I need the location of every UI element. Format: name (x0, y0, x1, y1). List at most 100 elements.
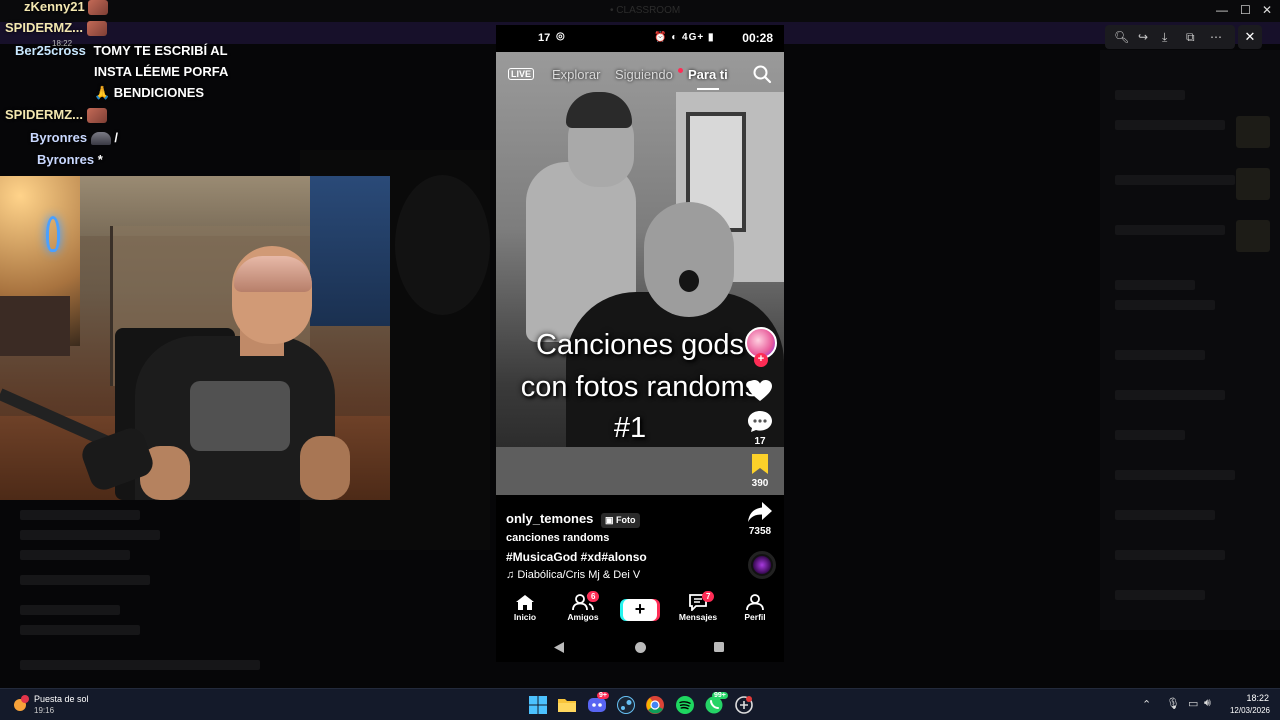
chat-text: INSTA LÉEME PORFA (94, 64, 229, 79)
nav-friends[interactable]: Amigos 6 (558, 591, 608, 622)
chat-message: SPIDERMZ... (5, 107, 107, 124)
taskbar: Puesta de sol 19:16 9+ 99+ ⌃ 🎙︎ ▭ 🔊︎ 18:… (0, 688, 1280, 720)
browser-toolbar: 🔍︎ ↪ ⤓ ⧉ ⋯ (1105, 25, 1235, 49)
windows-start-icon[interactable] (528, 695, 548, 715)
chat-text: * (97, 152, 103, 167)
chat-message: zKenny21 (24, 0, 109, 16)
status-bar: 17 ◎ ⏰ ◐ 4G+ ▮ 00:28 (496, 25, 784, 52)
create-button[interactable]: + (623, 599, 657, 621)
music-disc[interactable] (748, 551, 776, 579)
chat-username: Byronres (30, 130, 88, 145)
stream-chat: zKenny21 SPIDERMZ... 18:22 Ber25cross TO… (0, 0, 250, 172)
bookmark-icon (752, 454, 768, 474)
nav-profile[interactable]: Perfil (730, 594, 780, 622)
comment-icon (748, 411, 772, 432)
emote-icon (88, 0, 109, 16)
comment-button[interactable]: 17 (742, 409, 778, 447)
back-icon[interactable] (553, 641, 565, 654)
android-navigation-bar (496, 635, 784, 662)
status-time: 00:28 (742, 31, 773, 45)
clock-time[interactable]: 18:22 (1237, 693, 1269, 703)
spotify-icon[interactable] (675, 695, 695, 715)
caption-line-3: #1 (613, 412, 647, 444)
zoom-icon[interactable]: 🔍︎ (1114, 30, 1129, 44)
author-name[interactable]: only_temones (506, 511, 593, 526)
recents-icon[interactable] (713, 641, 725, 653)
chat-username: Byronres (37, 152, 95, 167)
chevron-up-icon[interactable]: ⌃ (1142, 698, 1151, 711)
phone-screen: 17 ◎ ⏰ ◐ 4G+ ▮ 00:28 LIVE Explorar Sigui… (496, 25, 784, 662)
nav-profile-label: Perfil (744, 612, 766, 622)
messages-badge: 7 (702, 591, 715, 602)
chat-text: 🙏 BENDICIONES (94, 85, 205, 100)
tab-explore[interactable]: Explorar (552, 67, 600, 82)
window-close-button[interactable]: ✕ (1262, 3, 1272, 17)
background-avatar (395, 175, 490, 315)
caption-line-2: con fotos randoms (520, 371, 760, 403)
chat-username: SPIDERMZ... (5, 107, 84, 122)
more-icon[interactable]: ⋯ (1210, 30, 1222, 44)
chat-username: SPIDERMZ... (5, 20, 84, 35)
bottom-nav: Inicio Amigos 6 + Mensajes 7 Perfil (496, 591, 784, 632)
clock-date[interactable]: 12/03/2026 (1222, 706, 1270, 715)
chat-message-continued: INSTA LÉEME PORFA (94, 64, 228, 79)
following-notification-dot (678, 68, 683, 73)
video-hashtags[interactable]: #MusicaGod #xd#alonso (506, 550, 647, 564)
minimize-button[interactable]: — (1216, 3, 1228, 17)
nav-messages[interactable]: Mensajes 7 (673, 591, 723, 622)
weather-time: 19:16 (34, 706, 55, 715)
close-icon[interactable]: ✕ (1238, 25, 1262, 49)
neon-sign (46, 216, 60, 252)
nav-home[interactable]: Inicio (500, 594, 550, 622)
share-icon[interactable]: ↪ (1138, 30, 1148, 44)
steam-icon[interactable] (616, 695, 636, 715)
tab-following[interactable]: Siguiendo (615, 67, 673, 82)
download-icon[interactable]: ⤓ (1162, 30, 1167, 45)
tab-for-you[interactable]: Para ti (688, 67, 728, 82)
chat-username: zKenny21 (24, 0, 85, 14)
chat-text: TOMY TE ESCRIBÍ AL (93, 43, 228, 58)
active-tab-indicator (697, 88, 719, 90)
photo-icon: ▣ (605, 515, 617, 525)
file-explorer-icon[interactable] (557, 695, 577, 715)
network-icon[interactable]: ▭ (1188, 697, 1198, 710)
status-notification-count: 17 (538, 32, 551, 44)
nav-home-label: Inicio (513, 612, 537, 622)
nav-messages-label: Mensajes (678, 612, 718, 622)
chat-message: Byronres / (30, 130, 118, 146)
chat-text: / (114, 130, 118, 145)
share-button[interactable]: 7358 (742, 501, 778, 537)
chrome-icon[interactable] (645, 695, 665, 715)
status-icons: ⏰ ◐ 4G+ ▮ (654, 32, 715, 43)
open-external-icon[interactable]: ⧉ (1186, 30, 1195, 45)
chat-message: Byronres * (37, 152, 103, 167)
record-icon: ◎ (556, 31, 565, 42)
music-note-icon: ♫ (506, 569, 518, 581)
sunset-weather-icon[interactable] (11, 694, 31, 714)
follow-button[interactable]: + (754, 353, 768, 367)
window-title: • CLASSROOM (610, 5, 681, 16)
volume-icon[interactable]: 🔊︎ (1204, 697, 1211, 710)
maximize-button[interactable]: ☐ (1240, 3, 1251, 17)
weather-title: Puesta de sol (34, 694, 89, 704)
background-channel-list (0, 500, 300, 680)
search-icon[interactable] (752, 64, 772, 84)
profile-icon (746, 594, 764, 611)
home-circle-icon[interactable] (634, 641, 647, 654)
like-button[interactable] (742, 379, 778, 406)
live-button[interactable]: LIVE (508, 68, 535, 80)
microphone-icon[interactable]: 🎙︎ (1166, 697, 1180, 710)
music-label[interactable]: ♫ Diabólica/Cris Mj & Dei V (506, 569, 640, 581)
chat-message: Ber25cross TOMY TE ESCRIBÍ AL (15, 43, 228, 58)
video-description: canciones randoms (506, 532, 610, 544)
emote-icon (90, 132, 111, 146)
save-button[interactable]: 390 (742, 453, 778, 489)
friends-badge: 6 (587, 591, 600, 602)
emote-icon (86, 108, 107, 124)
chat-message: SPIDERMZ... (5, 20, 107, 37)
feed-top-nav: LIVE Explorar Siguiendo Para ti (496, 62, 784, 90)
comment-count: 17 (754, 436, 766, 447)
webcam-feed (0, 176, 390, 500)
whatsapp-badge: 99+ (712, 692, 728, 699)
game-launcher-icon[interactable] (734, 695, 754, 715)
